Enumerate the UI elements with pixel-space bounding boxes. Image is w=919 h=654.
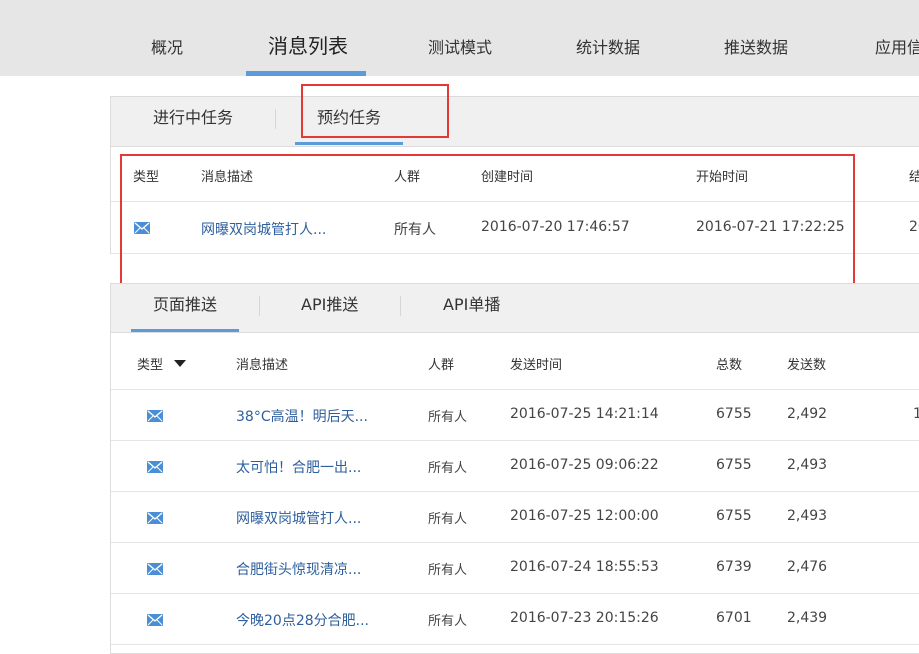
push-row-sent-count: 2,493 xyxy=(787,508,828,524)
mail-icon[interactable] xyxy=(147,563,163,575)
row-divider xyxy=(111,389,919,390)
push-row-audience: 所有人 xyxy=(428,410,468,425)
mail-icon[interactable] xyxy=(147,461,163,473)
nav-statistics[interactable]: 统计数据 xyxy=(576,0,640,76)
tab-api-push[interactable]: API推送 xyxy=(301,284,358,334)
push-row-sent-time: 2016-07-25 12:00:00 xyxy=(510,508,659,524)
push-row-audience: 所有人 xyxy=(428,512,468,527)
scheduled-row-created: 2016-07-20 17:46:57 xyxy=(481,219,630,235)
push-row-sent-count: 2,493 xyxy=(787,457,828,473)
push-row-description[interactable]: 太可怕！合肥一出... xyxy=(236,457,361,477)
tab-divider xyxy=(259,296,260,316)
scheduled-row-end: 20 xyxy=(909,219,919,235)
tab-page-push[interactable]: 页面推送 xyxy=(153,284,217,334)
push-row-description[interactable]: 网曝双岗城管打人... xyxy=(236,508,361,528)
push-row-total: 6701 xyxy=(716,610,752,626)
push-row-sent-time: 2016-07-25 14:21:14 xyxy=(510,406,659,422)
push-row-audience: 所有人 xyxy=(428,563,468,578)
col-header-audience: 人群 xyxy=(428,358,455,373)
tab-api-unicast[interactable]: API单播 xyxy=(443,284,500,334)
push-row-audience: 所有人 xyxy=(428,461,468,476)
col-header-created-time: 创建时间 xyxy=(481,170,534,185)
mail-icon[interactable] xyxy=(147,614,163,626)
row-divider xyxy=(111,593,919,594)
push-row-total: 6739 xyxy=(716,559,752,575)
tab-divider xyxy=(400,296,401,316)
scheduled-row-description[interactable]: 网曝双岗城管打人... xyxy=(201,219,326,239)
tab-running-tasks[interactable]: 进行中任务 xyxy=(153,97,233,147)
scheduled-row-audience: 所有人 xyxy=(394,222,436,238)
nav-overview[interactable]: 概况 xyxy=(151,0,183,76)
push-row-extra: 1 xyxy=(913,406,919,422)
tab-active-indicator xyxy=(295,142,403,145)
tab-active-indicator xyxy=(131,329,239,332)
mail-icon[interactable] xyxy=(147,410,163,422)
push-row-sent-count: 2,476 xyxy=(787,559,828,575)
push-row-total: 6755 xyxy=(716,508,752,524)
push-row-sent-time: 2016-07-23 20:15:26 xyxy=(510,610,659,626)
col-header-start-time: 开始时间 xyxy=(696,170,749,185)
scheduled-tasks-panel: 进行中任务 预约任务 类型 消息描述 人群 创建时间 开始时间 结 网曝双岗城管… xyxy=(110,96,919,254)
col-header-type: 类型 xyxy=(133,170,160,185)
top-nav: 概况 消息列表 测试模式 统计数据 推送数据 应用信 xyxy=(0,0,919,76)
col-header-sent-count: 发送数 xyxy=(787,358,827,373)
mail-icon[interactable] xyxy=(147,512,163,524)
nav-push-data[interactable]: 推送数据 xyxy=(724,0,788,76)
tab-divider xyxy=(275,109,276,129)
row-divider xyxy=(111,491,919,492)
push-row-description[interactable]: 38°C高温！明后天... xyxy=(236,406,368,426)
push-row-audience: 所有人 xyxy=(428,614,468,629)
nav-active-indicator xyxy=(246,71,366,76)
push-tab-bar: 页面推送 API推送 API单播 xyxy=(111,284,919,333)
nav-message-list[interactable]: 消息列表 xyxy=(268,0,348,76)
push-row-description[interactable]: 合肥街头惊现清凉... xyxy=(236,559,361,579)
nav-app-info[interactable]: 应用信 xyxy=(875,0,919,76)
push-row-sent-count: 2,492 xyxy=(787,406,828,422)
push-row-total: 6755 xyxy=(716,406,752,422)
col-header-total: 总数 xyxy=(716,358,743,373)
tab-scheduled-tasks[interactable]: 预约任务 xyxy=(317,97,381,147)
col-header-audience: 人群 xyxy=(394,170,421,185)
row-divider xyxy=(111,542,919,543)
col-header-sent-time: 发送时间 xyxy=(510,358,563,373)
sort-down-icon[interactable] xyxy=(174,360,186,367)
scheduled-tab-bar: 进行中任务 预约任务 xyxy=(111,97,919,147)
col-header-end-time: 结 xyxy=(909,170,919,185)
col-header-type: 类型 xyxy=(137,358,164,373)
push-records-panel: 页面推送 API推送 API单播 类型 消息描述 人群 发送时间 总数 发送数 … xyxy=(110,283,919,654)
push-row-sent-count: 2,439 xyxy=(787,610,828,626)
nav-test-mode[interactable]: 测试模式 xyxy=(428,0,492,76)
row-divider xyxy=(111,253,919,254)
push-row-sent-time: 2016-07-25 09:06:22 xyxy=(510,457,659,473)
scheduled-row-start: 2016-07-21 17:22:25 xyxy=(696,219,845,235)
row-divider xyxy=(111,201,919,202)
col-header-description: 消息描述 xyxy=(201,170,254,185)
mail-icon[interactable] xyxy=(134,222,150,234)
row-divider xyxy=(111,644,919,645)
push-row-sent-time: 2016-07-24 18:55:53 xyxy=(510,559,659,575)
row-divider xyxy=(111,440,919,441)
push-row-description[interactable]: 今晚20点28分合肥... xyxy=(236,610,369,630)
col-header-description: 消息描述 xyxy=(236,358,289,373)
push-row-total: 6755 xyxy=(716,457,752,473)
